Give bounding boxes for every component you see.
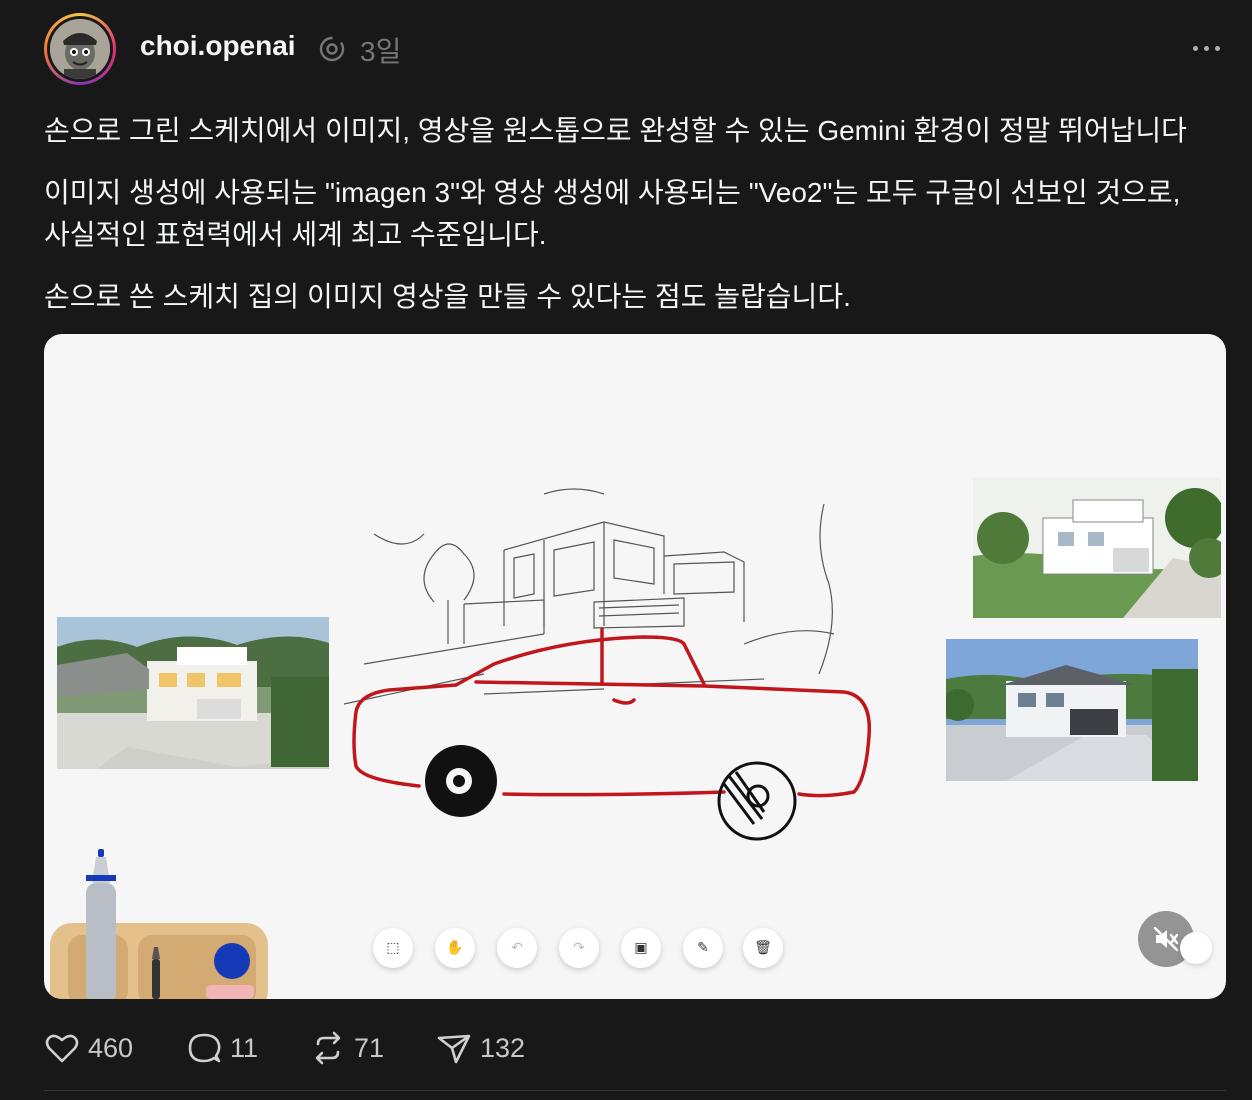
repost-button[interactable]: 71: [310, 1028, 384, 1068]
share-count: 132: [480, 1032, 526, 1063]
post-text-line-4: 손으로 쓴 스케치 집의 이미지 영상을 만들 수 있다는 점도 놀랍습니다.: [44, 281, 851, 312]
avatar-image: [50, 19, 110, 79]
comment-button[interactable]: 11: [186, 1028, 258, 1068]
post-text-line-1: 손으로 그린 스케치에서 이미지, 영상을 원스톱으로 완성할 수 있는 Gem…: [44, 115, 1187, 146]
toolbar-delete-button[interactable]: 🗑: [743, 928, 783, 968]
toolbar-undo-button[interactable]: ↶: [497, 928, 537, 968]
toolbar-select-button[interactable]: ⬚: [373, 928, 413, 968]
generated-house-render-top: [973, 478, 1226, 618]
sketch-drawing: [344, 488, 872, 841]
volume-muted-icon: [1153, 926, 1179, 952]
sketch-wheel-right: [717, 761, 797, 841]
post-text-line-2: 이미지 생성에 사용되는 "imagen 3"와 영상 생성에 사용되는 "Ve…: [44, 177, 1181, 208]
video-player[interactable]: [44, 334, 1226, 999]
marker-tray: [50, 849, 268, 999]
heart-icon: [45, 1034, 79, 1063]
toolbar-image-button[interactable]: ▣: [621, 928, 661, 968]
toolbar-hand-button[interactable]: ✋: [435, 928, 475, 968]
post-time: 3일: [360, 36, 402, 67]
sketch-wheel-left: [425, 745, 497, 817]
toolbar-edit-button[interactable]: ✎: [683, 928, 723, 968]
comment-count: 11: [230, 1032, 259, 1063]
avatar[interactable]: [44, 13, 116, 85]
like-button[interactable]: 460: [44, 1028, 133, 1068]
username[interactable]: choi.openai: [140, 30, 296, 62]
divider: [44, 1090, 1226, 1091]
generated-house-photo-right: [942, 639, 1198, 781]
threads-icon: [318, 35, 346, 63]
post-text-line-3: 사실적인 표현력에서 세계 최고 수준입니다.: [44, 219, 547, 250]
info-button[interactable]: [1180, 932, 1212, 964]
send-icon: [437, 1034, 471, 1064]
repost-count: 71: [354, 1032, 385, 1063]
toolbar-redo-button[interactable]: ↷: [559, 928, 599, 968]
generated-house-photo-left: [57, 617, 329, 769]
share-button[interactable]: 132: [436, 1028, 525, 1068]
comment-bubble-icon: [188, 1033, 221, 1063]
more-horizontal-icon: [1193, 46, 1198, 51]
more-options-button[interactable]: [1186, 30, 1226, 66]
like-count: 460: [88, 1032, 134, 1063]
repost-icon: [315, 1031, 341, 1065]
